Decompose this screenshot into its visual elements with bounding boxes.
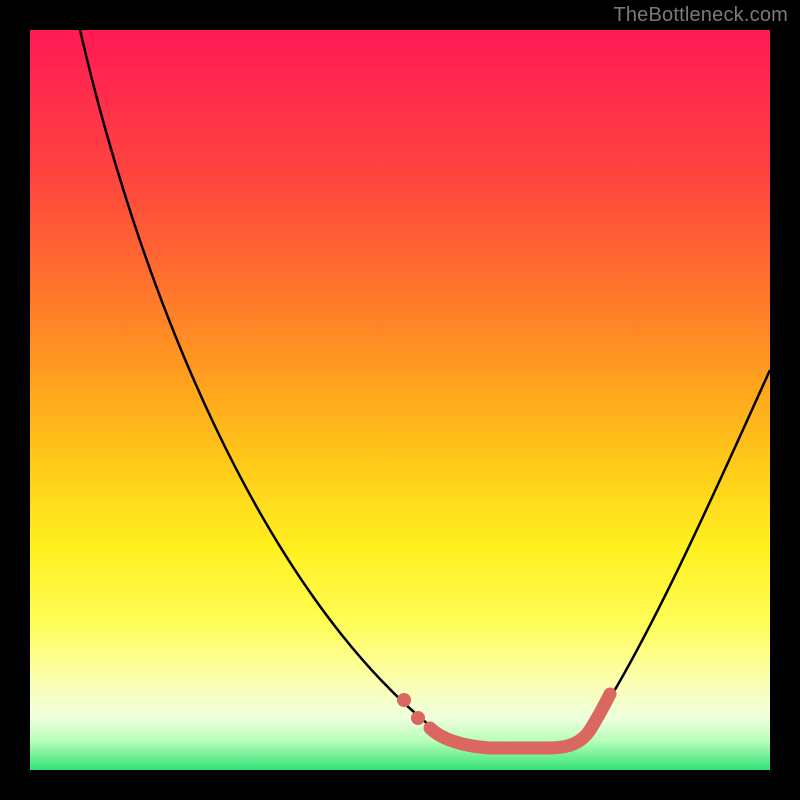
chart-frame: TheBottleneck.com: [0, 0, 800, 800]
curve-layer: [30, 30, 770, 770]
highlight-dot-1: [397, 693, 411, 707]
attribution-watermark: TheBottleneck.com: [613, 4, 788, 27]
highlight-dot-2: [411, 711, 425, 725]
right-curve: [550, 370, 770, 748]
left-curve: [80, 30, 490, 748]
highlight-segment: [430, 694, 610, 748]
